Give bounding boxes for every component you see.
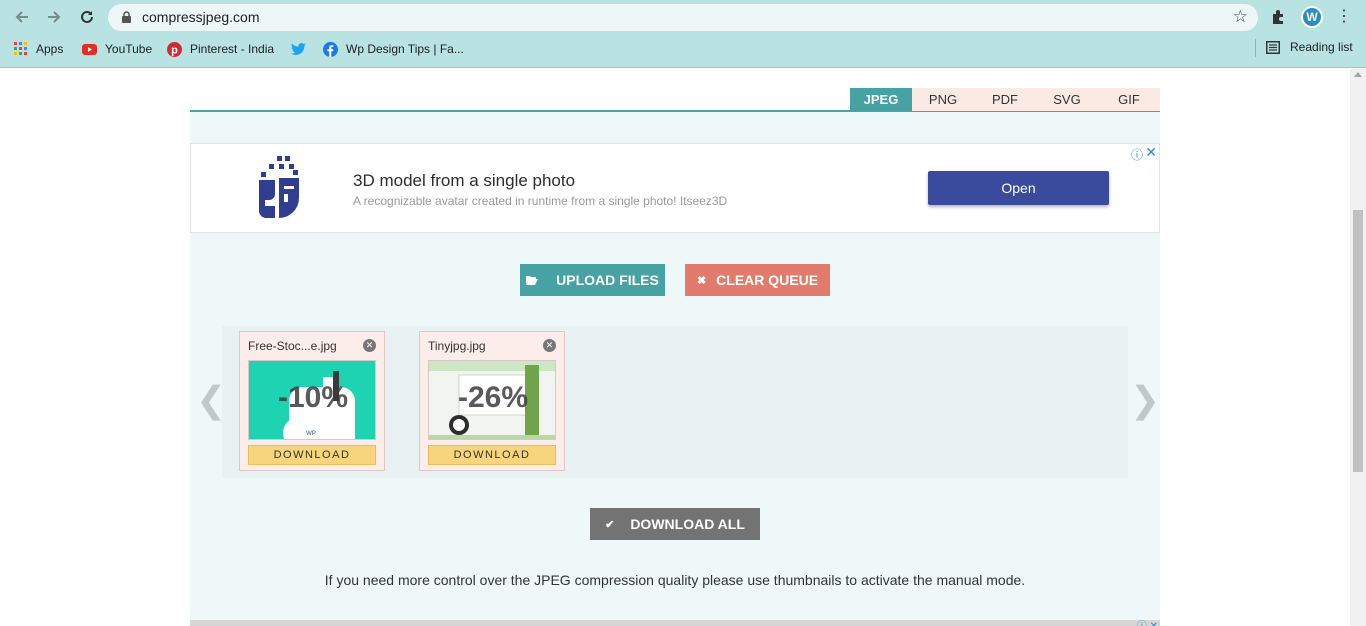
remove-file-icon[interactable]: ✕ bbox=[363, 339, 376, 352]
itseez3d-logo bbox=[259, 156, 299, 218]
advertisement-banner[interactable]: 3D model from a single photo A recogniza… bbox=[190, 143, 1160, 233]
times-icon: ✖ bbox=[696, 274, 707, 287]
page-scrollbar[interactable] bbox=[1350, 69, 1366, 626]
ad-subtitle: A recognizable avatar created in runtime… bbox=[353, 194, 728, 208]
twitter-icon bbox=[291, 42, 306, 55]
ad-title: 3D model from a single photo bbox=[353, 171, 576, 190]
pinterest-icon: p bbox=[167, 41, 182, 57]
browser-toolbar: compressjpeg.com ☆ W ⋮ bbox=[0, 0, 1366, 34]
download-all-label: DOWNLOAD ALL bbox=[630, 516, 745, 532]
bookmark-label: YouTube bbox=[105, 42, 153, 56]
bottom-ad-close-icon[interactable]: ⓘ ✕ bbox=[1137, 617, 1158, 626]
forward-arrow-icon bbox=[48, 11, 61, 23]
file-thumbnail[interactable]: WP -10% bbox=[248, 360, 376, 440]
tab-jpeg[interactable]: JPEG bbox=[850, 88, 912, 111]
bookmarks-bar: Apps YouTube p Pinterest - India Wp Desi… bbox=[0, 36, 1366, 62]
bookmark-pinterest[interactable]: p Pinterest - India bbox=[167, 40, 274, 58]
queue-next-arrow-icon[interactable]: ❯ bbox=[1130, 379, 1160, 421]
scroll-up-arrow-icon[interactable] bbox=[1354, 72, 1362, 77]
file-name: Free-Stoc...e.jpg bbox=[248, 339, 337, 353]
download-all-button[interactable]: ✔ DOWNLOAD ALL bbox=[590, 508, 760, 540]
back-button[interactable] bbox=[10, 6, 34, 28]
file-card: Free-Stoc...e.jpg ✕ WP -10% DOWNLOAD bbox=[239, 331, 385, 471]
reading-list-button[interactable]: Reading list bbox=[1266, 40, 1353, 54]
back-arrow-icon bbox=[15, 11, 28, 23]
forward-button[interactable] bbox=[42, 6, 66, 28]
svg-text:WP: WP bbox=[306, 431, 316, 437]
ad-info-icon[interactable]: ⓘ bbox=[1131, 146, 1143, 163]
svg-text:p: p bbox=[171, 44, 178, 56]
download-file-button[interactable]: DOWNLOAD bbox=[428, 445, 556, 465]
folder-open-icon bbox=[526, 276, 539, 285]
bookmark-wp-design-tips[interactable]: Wp Design Tips | Fa... bbox=[323, 40, 464, 58]
url-text: compressjpeg.com bbox=[142, 9, 260, 25]
bottom-ad-strip bbox=[190, 620, 1160, 626]
apps-grid-icon bbox=[14, 42, 27, 55]
reload-icon bbox=[81, 10, 93, 23]
file-name: Tinyjpg.jpg bbox=[428, 339, 486, 353]
upload-files-button[interactable]: UPLOAD FILES bbox=[520, 264, 665, 296]
upload-files-label: UPLOAD FILES bbox=[556, 272, 659, 288]
scroll-thumb[interactable] bbox=[1353, 210, 1363, 472]
bookmark-twitter[interactable] bbox=[291, 40, 306, 58]
reduction-percent: -26% bbox=[457, 381, 529, 414]
reload-button[interactable] bbox=[75, 6, 99, 28]
extensions-puzzle-icon[interactable] bbox=[1270, 8, 1288, 26]
bookmark-label: Wp Design Tips | Fa... bbox=[346, 42, 464, 56]
main-content: JPEG PNG PDF SVG GIF 3D model from a sin… bbox=[190, 69, 1160, 626]
tab-pdf[interactable]: PDF bbox=[974, 88, 1036, 111]
manual-mode-hint: If you need more control over the JPEG c… bbox=[324, 572, 1026, 588]
download-file-button[interactable]: DOWNLOAD bbox=[248, 445, 376, 465]
bookmark-star-icon[interactable]: ☆ bbox=[1233, 7, 1248, 27]
file-card: Tinyjpg.jpg ✕ -26% DOWNLOAD bbox=[419, 331, 565, 471]
format-tabs: JPEG PNG PDF SVG GIF bbox=[190, 69, 1160, 112]
reading-list-label: Reading list bbox=[1290, 40, 1353, 54]
profile-avatar[interactable]: W bbox=[1301, 6, 1323, 28]
ad-open-button[interactable]: Open bbox=[928, 171, 1109, 205]
ad-close-icon[interactable]: ✕ bbox=[1145, 144, 1157, 161]
tab-svg[interactable]: SVG bbox=[1036, 88, 1098, 111]
facebook-icon bbox=[323, 41, 338, 57]
lock-icon bbox=[122, 11, 131, 23]
bookmark-apps[interactable]: Apps bbox=[14, 40, 63, 58]
reduction-percent: -10% bbox=[277, 381, 349, 414]
browser-menu-icon[interactable]: ⋮ bbox=[1336, 8, 1352, 26]
browser-chrome: compressjpeg.com ☆ W ⋮ Apps YouTube p Pi… bbox=[0, 0, 1366, 68]
file-thumbnail[interactable]: -26% bbox=[428, 360, 556, 440]
reading-list-icon bbox=[1266, 40, 1280, 54]
page-viewport: JPEG PNG PDF SVG GIF 3D model from a sin… bbox=[0, 69, 1350, 626]
bookmark-label: Pinterest - India bbox=[190, 42, 275, 56]
address-bar[interactable]: compressjpeg.com ☆ bbox=[108, 4, 1258, 31]
bookmark-label: Apps bbox=[36, 42, 64, 56]
remove-file-icon[interactable]: ✕ bbox=[543, 339, 556, 352]
tab-gif[interactable]: GIF bbox=[1098, 88, 1160, 111]
clear-queue-button[interactable]: ✖ CLEAR QUEUE bbox=[685, 264, 830, 296]
youtube-icon bbox=[82, 43, 97, 55]
checkmark-icon: ✔ bbox=[605, 518, 615, 531]
bookmarks-divider bbox=[1255, 39, 1256, 57]
tab-png[interactable]: PNG bbox=[912, 88, 974, 111]
bookmark-youtube[interactable]: YouTube bbox=[82, 40, 152, 58]
queue-prev-arrow-icon[interactable]: ❮ bbox=[196, 379, 226, 421]
clear-queue-label: CLEAR QUEUE bbox=[716, 272, 819, 288]
